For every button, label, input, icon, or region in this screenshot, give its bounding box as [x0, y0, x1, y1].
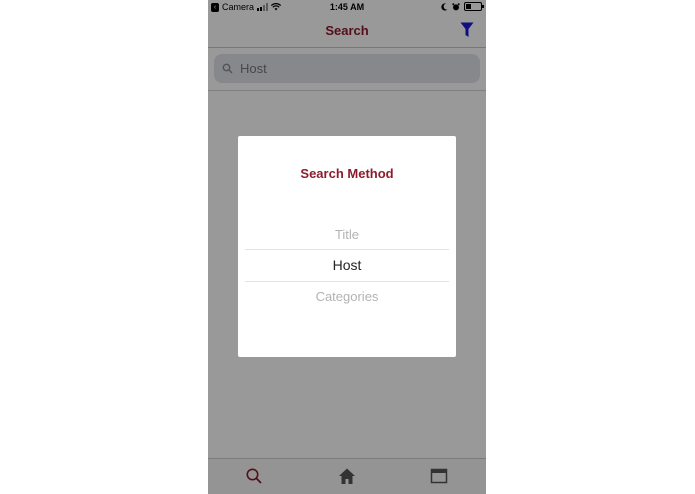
search-method-dialog: Search Method Title Host Categories	[238, 136, 456, 357]
phone-screen: ‹ Camera 1:45 AM Search Host Search Meth…	[208, 0, 486, 494]
search-method-picker[interactable]: Title Host Categories	[245, 220, 449, 311]
picker-option-categories[interactable]: Categories	[245, 282, 449, 311]
dialog-title: Search Method	[300, 166, 394, 181]
picker-option-host[interactable]: Host	[245, 249, 449, 282]
picker-option-title[interactable]: Title	[245, 220, 449, 249]
